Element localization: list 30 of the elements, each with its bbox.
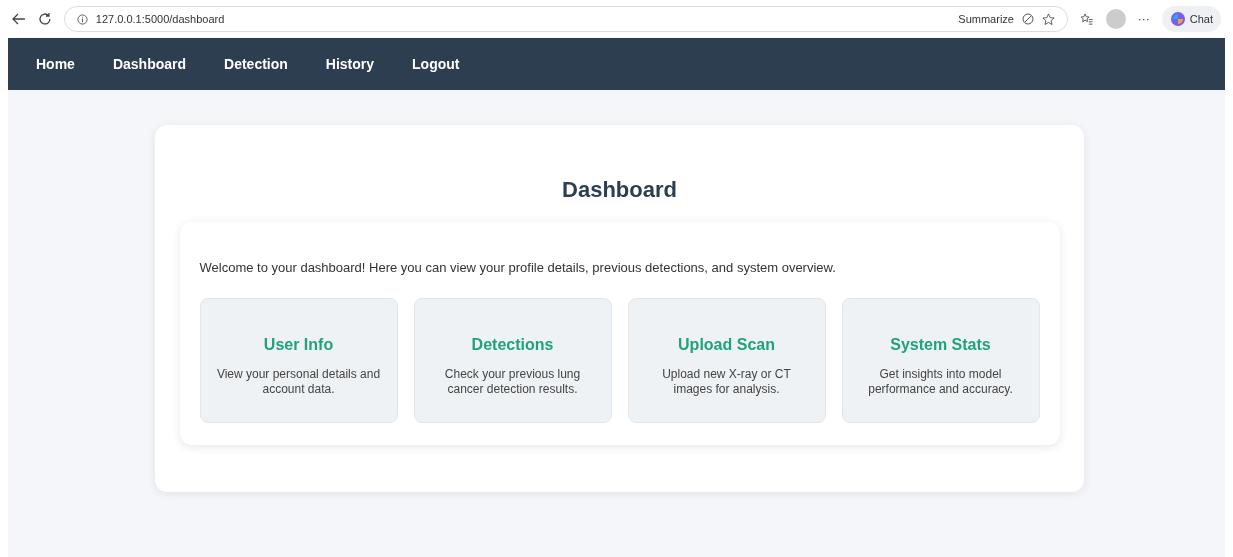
nav-link[interactable]: History	[325, 53, 375, 75]
page-title: Dashboard	[562, 176, 677, 204]
url-text: 127.0.0.1:5000/dashboard	[95, 11, 225, 27]
nav-link[interactable]: Logout	[412, 53, 460, 75]
copilot-icon	[1169, 11, 1186, 27]
info-card[interactable]: System Stats Get insights into model performance and accuracy.	[841, 297, 1040, 423]
nav-link[interactable]: Home	[36, 53, 75, 75]
card-description: Upload new X-ray or CT images for analysis.	[661, 366, 792, 397]
chat-button[interactable]: Chat	[1161, 6, 1221, 32]
card-description: Get insights into model performance and accuracy.	[867, 366, 1014, 397]
favorites-icon[interactable]	[1079, 12, 1094, 26]
nav-link[interactable]: Detection	[224, 53, 288, 75]
info-card[interactable]: Upload Scan Upload new X-ray or CT images for analysis.	[627, 297, 826, 423]
summarize-icon	[1021, 13, 1034, 25]
info-card[interactable]: Detections Check your previous lung cancer detection results.	[413, 297, 612, 423]
welcome-text: Welcome to your dashboard! Here you can view your profile details, previous detections, and system overview.	[199, 259, 837, 277]
refresh-icon[interactable]	[37, 12, 52, 26]
card-title: User Info	[263, 334, 334, 355]
card-title: Upload Scan	[678, 334, 775, 355]
back-icon[interactable]	[12, 12, 26, 26]
summarize-button[interactable]: Summarize	[958, 10, 1014, 28]
info-icon	[76, 13, 88, 25]
card-description: Check your previous lung cancer detection results.	[443, 366, 582, 397]
star-icon[interactable]	[1041, 12, 1055, 26]
more-button[interactable]: ···	[1137, 10, 1150, 28]
info-card[interactable]: User Info View your personal details and account data.	[199, 297, 398, 423]
nav-link[interactable]: Dashboard	[112, 53, 187, 75]
card-title: System Stats	[890, 334, 991, 355]
card-description: View your personal details and account data.	[216, 366, 381, 397]
card-title: Detections	[471, 334, 554, 355]
